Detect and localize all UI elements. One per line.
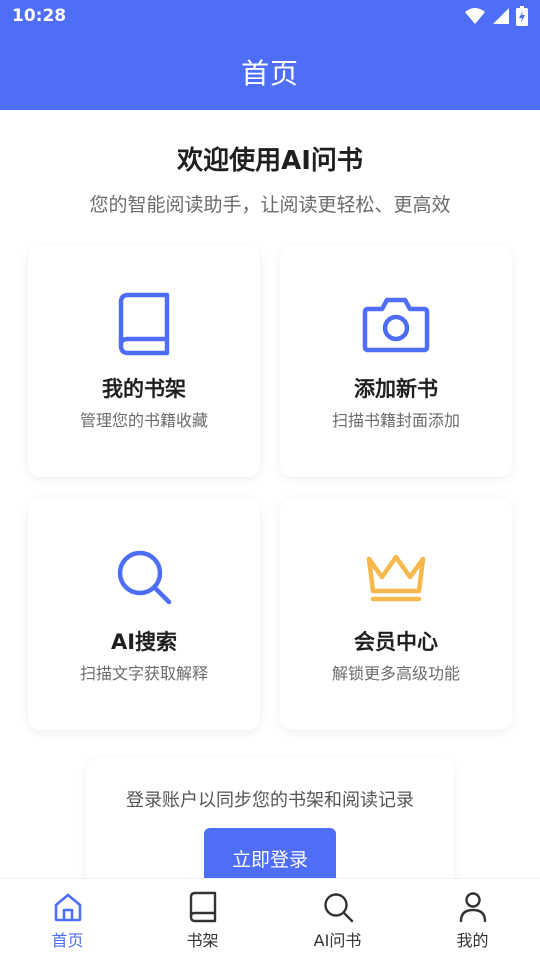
book-icon <box>135 891 270 925</box>
wifi-icon <box>465 8 485 24</box>
tab-ai-book[interactable]: AI问书 <box>270 879 405 961</box>
tab-label: 首页 <box>51 931 84 950</box>
card-title: AI搜索 <box>110 630 178 654</box>
crown-icon <box>280 544 512 610</box>
tab-label: 我的 <box>456 931 489 950</box>
card-add-book[interactable]: 添加新书 扫描书籍封面添加 <box>280 245 512 477</box>
card-desc: 扫描文字获取解释 <box>79 664 208 683</box>
search-icon <box>28 544 260 610</box>
app-bar: 10:28 首页 <box>0 0 540 110</box>
card-ai-search[interactable]: AI搜索 扫描文字获取解释 <box>28 498 260 730</box>
card-title: 添加新书 <box>354 377 438 401</box>
tab-label: 书架 <box>186 931 219 950</box>
card-desc: 解锁更多高级功能 <box>331 664 460 683</box>
home-icon <box>0 891 135 925</box>
card-title: 我的书架 <box>102 377 186 401</box>
tab-home[interactable]: 首页 <box>0 879 135 961</box>
book-icon <box>28 291 260 357</box>
card-title: 会员中心 <box>354 630 438 654</box>
welcome-subtitle: 您的智能阅读助手，让阅读更轻松、更高效 <box>89 194 451 216</box>
page-title: 首页 <box>240 57 299 90</box>
tab-profile[interactable]: 我的 <box>405 879 540 961</box>
card-bookshelf[interactable]: 我的书架 管理您的书籍收藏 <box>28 245 260 477</box>
battery-icon <box>516 6 528 26</box>
tab-label: AI问书 <box>313 931 362 950</box>
search-icon <box>270 891 405 925</box>
card-membership[interactable]: 会员中心 解锁更多高级功能 <box>280 498 512 730</box>
camera-icon <box>280 291 512 357</box>
tab-bookshelf[interactable]: 书架 <box>135 879 270 961</box>
signal-icon <box>493 8 509 24</box>
welcome-title: 欢迎使用AI问书 <box>177 146 363 176</box>
login-card: 登录账户以同步您的书架和阅读记录 立即登录 <box>86 758 454 898</box>
login-prompt: 登录账户以同步您的书架和阅读记录 <box>126 790 414 811</box>
bottom-tab-bar: 首页 书架 AI问书 我的 <box>0 878 540 961</box>
status-time: 10:28 <box>12 6 67 26</box>
card-desc: 扫描书籍封面添加 <box>331 411 460 430</box>
status-icons <box>464 6 528 26</box>
card-desc: 管理您的书籍收藏 <box>79 411 208 430</box>
user-icon <box>405 891 540 925</box>
